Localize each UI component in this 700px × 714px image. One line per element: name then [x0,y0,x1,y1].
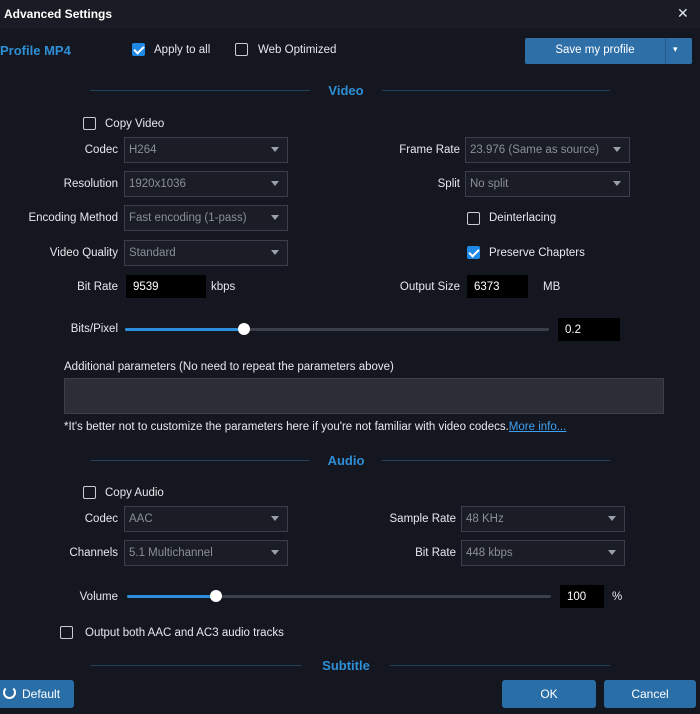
output-size-input[interactable]: 6373 [467,275,528,298]
volume-slider-fill [127,595,216,598]
default-button-label: Default [22,687,61,701]
preserve-chapters-checkbox[interactable] [467,246,480,259]
window-title: Advanced Settings [4,7,113,21]
copy-audio-checkbox[interactable] [83,486,96,499]
customize-note-text: *It's better not to customize the parame… [64,421,509,433]
customize-note: *It's better not to customize the parame… [64,421,566,433]
deinterlacing-label: Deinterlacing [489,212,557,224]
volume-slider[interactable] [127,595,551,598]
preserve-chapters-label: Preserve Chapters [489,247,585,259]
chevron-down-icon [271,516,279,521]
audio-bit-rate-select[interactable]: 448 kbps [461,540,625,566]
copy-audio-label: Copy Audio [105,487,164,499]
output-size-unit: MB [543,281,561,293]
chevron-down-icon [271,215,279,220]
resolution-select[interactable]: 1920x1036 [124,171,288,197]
channels-label: Channels [69,547,118,559]
video-quality-label: Video Quality [49,247,118,259]
volume-label: Volume [79,591,118,603]
subtitle-divider-right [390,665,610,666]
output-both-label: Output both AAC and AC3 audio tracks [85,627,284,639]
default-button[interactable]: Default [0,680,74,708]
copy-video-label: Copy Video [105,118,165,130]
resolution-value: 1920x1036 [129,178,186,190]
audio-codec-select[interactable]: AAC [124,506,288,532]
volume-input[interactable]: 100 [560,585,604,608]
save-profile-button[interactable]: Save my profile ▾ [525,38,692,64]
close-icon[interactable]: ✕ [677,5,689,22]
sample-rate-select[interactable]: 48 KHz [461,506,625,532]
apply-to-all-label: Apply to all [154,44,211,56]
video-section-title: Video [328,83,364,98]
chevron-down-icon [608,550,616,555]
apply-to-all-checkbox[interactable] [132,43,145,56]
encoding-method-label: Encoding Method [28,212,118,224]
bits-per-pixel-slider-handle[interactable] [238,323,250,335]
resolution-label: Resolution [63,178,118,190]
codec-label: Codec [84,144,118,156]
frame-rate-label: Frame Rate [399,144,460,156]
web-optimized-checkbox[interactable] [235,43,248,56]
output-size-label: Output Size [399,281,460,293]
video-divider-right [382,90,610,91]
video-codec-select[interactable]: H264 [124,137,288,163]
channels-value: 5.1 Multichannel [129,547,213,559]
frame-rate-value: 23.976 (Same as source) [470,144,600,156]
chevron-down-icon [271,147,279,152]
encoding-method-select[interactable]: Fast encoding (1-pass) [124,205,288,231]
bits-per-pixel-slider-fill [125,328,244,331]
audio-divider-left [90,460,310,461]
audio-codec-label: Codec [84,513,118,525]
subtitle-divider-left [90,665,302,666]
split-label: Split [437,178,460,190]
reset-icon [3,686,16,699]
sample-rate-value: 48 KHz [466,513,504,525]
audio-section-title: Audio [327,453,365,468]
web-optimized-label: Web Optimized [258,44,337,56]
bits-per-pixel-input[interactable]: 0.2 [558,318,620,341]
video-quality-value: Standard [129,247,176,259]
ok-button[interactable]: OK [502,680,596,708]
save-profile-label: Save my profile [555,44,635,56]
split-select[interactable]: No split [465,171,630,197]
bits-per-pixel-label: Bits/Pixel [70,323,118,335]
channels-select[interactable]: 5.1 Multichannel [124,540,288,566]
chevron-down-icon [271,181,279,186]
bit-rate-unit: kbps [211,281,236,293]
chevron-down-icon [613,147,621,152]
volume-slider-handle[interactable] [210,590,222,602]
volume-unit: % [612,591,623,603]
chevron-down-icon [271,250,279,255]
video-codec-value: H264 [129,144,157,156]
video-quality-select[interactable]: Standard [124,240,288,266]
chevron-down-icon [271,550,279,555]
audio-divider-right [382,460,610,461]
copy-video-checkbox[interactable] [83,117,96,130]
save-profile-dropdown-icon[interactable]: ▾ [673,44,678,55]
chevron-down-icon [608,516,616,521]
audio-bit-rate-label: Bit Rate [415,547,456,559]
encoding-method-value: Fast encoding (1-pass) [129,212,247,224]
output-both-checkbox[interactable] [60,626,73,639]
frame-rate-select[interactable]: 23.976 (Same as source) [465,137,630,163]
split-value: No split [470,178,509,190]
subtitle-section-title: Subtitle [322,658,370,673]
cancel-button[interactable]: Cancel [604,680,696,708]
chevron-down-icon [613,181,621,186]
additional-parameters-label: Additional parameters (No need to repeat… [64,361,394,373]
bit-rate-label: Bit Rate [77,281,118,293]
sample-rate-label: Sample Rate [389,513,456,525]
save-profile-divider [665,38,666,64]
audio-codec-value: AAC [129,513,153,525]
deinterlacing-checkbox[interactable] [467,212,480,225]
additional-parameters-textarea[interactable] [64,378,664,414]
profile-name: Profile MP4 [0,43,71,58]
bits-per-pixel-slider[interactable] [125,328,549,331]
more-info-link[interactable]: More info... [509,421,567,433]
video-bit-rate-input[interactable]: 9539 [126,275,206,298]
video-divider-left [90,90,310,91]
audio-bit-rate-value: 448 kbps [466,547,513,559]
